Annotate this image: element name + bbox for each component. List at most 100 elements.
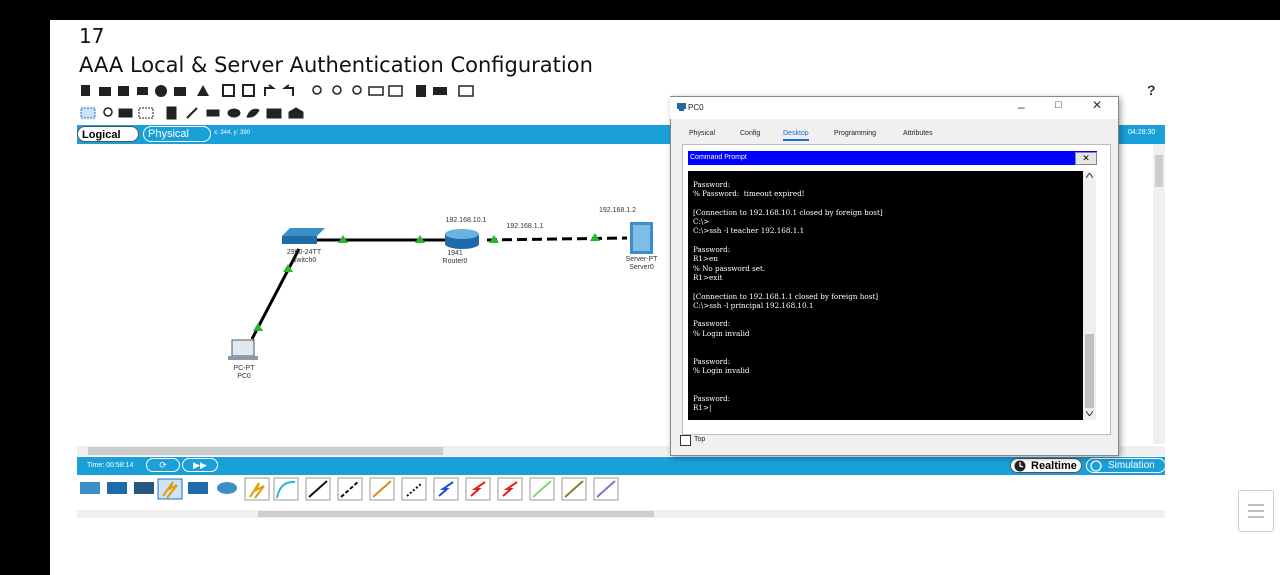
terminal-line: % Password: timeout expired!: [693, 189, 805, 199]
top-black-border: [50, 0, 1280, 20]
horizontal-scroll-thumb[interactable]: [88, 447, 443, 455]
menu-button[interactable]: [1238, 490, 1274, 532]
link-router-server[interactable]: [486, 236, 628, 242]
multiuser-icon[interactable]: [217, 482, 237, 494]
tab-physical-device[interactable]: Physical: [689, 130, 715, 137]
tab-logical[interactable]: Logical: [77, 126, 139, 142]
add-simple-pdu-icon[interactable]: [266, 108, 282, 119]
tab-attributes[interactable]: Attributes: [903, 130, 933, 137]
pc-window-icon: [677, 103, 686, 111]
freeform-icon[interactable]: [246, 108, 260, 118]
zoom-in-icon[interactable]: [312, 85, 322, 95]
drawing-palette-icon[interactable]: [368, 86, 384, 96]
select-icon[interactable]: [80, 107, 96, 119]
palette-scroll-thumb[interactable]: [258, 511, 654, 517]
server-model: Server-PT: [625, 256, 658, 263]
router-label: 1941 Router0: [440, 250, 470, 266]
tool-icons: [80, 106, 304, 120]
terminal-line: % No password set.: [693, 263, 766, 273]
camera-icon[interactable]: [433, 87, 447, 95]
maximize-icon[interactable]: □: [1055, 99, 1062, 111]
cursor-coordinates: x: 344, y: 390: [214, 130, 251, 136]
terminal-line: Password:: [693, 356, 731, 366]
save-icon[interactable]: [118, 86, 129, 96]
draw-line-icon[interactable]: [186, 107, 198, 119]
zoom-reset-icon[interactable]: [332, 85, 342, 95]
pc-label: PC-PT PC0: [226, 365, 262, 381]
pc0-titlebar[interactable]: [670, 97, 1118, 119]
paste-icon[interactable]: [242, 84, 255, 97]
draw-rectangle-icon[interactable]: [206, 109, 220, 117]
draw-ellipse-icon[interactable]: [227, 108, 241, 118]
delete-icon[interactable]: [118, 108, 133, 118]
tab-physical-label: Physical: [148, 128, 189, 140]
link-status-up-icon: [253, 323, 263, 331]
simulation-time: Time: 00:58:14: [87, 462, 134, 469]
zoom-out-icon[interactable]: [352, 85, 362, 95]
vertical-scroll-thumb[interactable]: [1155, 155, 1163, 187]
link-ip: 192.168.1.1: [506, 223, 544, 230]
custom-device-icon[interactable]: [388, 85, 403, 97]
switch-label: 2960-24TT Switch0: [281, 249, 327, 265]
misc-icon[interactable]: [188, 482, 208, 494]
inspect-icon[interactable]: [103, 107, 113, 117]
screenshot-icon[interactable]: [458, 85, 474, 97]
terminal-line: Password:: [693, 180, 731, 189]
fast-forward-button[interactable]: ▶▶: [182, 458, 218, 472]
end-devices-icon[interactable]: [107, 482, 127, 494]
add-complex-pdu-icon[interactable]: [288, 107, 304, 119]
tab-desktop[interactable]: Desktop: [783, 130, 809, 141]
resize-shape-icon[interactable]: [138, 107, 154, 119]
power-cycle-icon: ⟳: [159, 460, 167, 470]
tab-physical[interactable]: Physical: [143, 126, 211, 142]
server-label: Server-PT Server0: [619, 256, 664, 272]
workspace-vertical-scrollbar[interactable]: [1153, 144, 1165, 444]
open-folder-icon[interactable]: [99, 87, 111, 96]
print-icon[interactable]: [137, 87, 148, 95]
scroll-down-icon[interactable]: [1086, 411, 1093, 416]
tab-programming[interactable]: Programming: [834, 130, 876, 137]
new-file-icon[interactable]: [81, 85, 90, 96]
pc-name: PC0: [237, 373, 251, 380]
undo-icon[interactable]: [264, 84, 276, 96]
pdu-list-icon[interactable]: [416, 85, 426, 97]
command-prompt-close-button[interactable]: ✕: [1075, 152, 1097, 165]
copy-icon[interactable]: [222, 84, 235, 97]
toolbar-icons: [81, 84, 474, 97]
terminal-line: % Login invalid: [693, 365, 750, 375]
router-model: 1941: [447, 250, 463, 257]
info-icon[interactable]: [155, 85, 167, 97]
clock-icon: [1014, 460, 1026, 472]
activity-wizard-icon[interactable]: [174, 87, 186, 96]
components-icon[interactable]: [134, 482, 154, 494]
server-icon[interactable]: [630, 222, 653, 254]
pc-icon[interactable]: [228, 339, 258, 360]
tab-config[interactable]: Config: [740, 130, 760, 137]
power-cycle-button[interactable]: ⟳: [146, 458, 180, 472]
terminal-line: R1>en: [693, 254, 718, 264]
scroll-up-icon[interactable]: [1086, 173, 1093, 178]
page-number: 17: [79, 24, 105, 48]
switch-model: 2960-24TT: [286, 249, 322, 256]
network-devices-icon[interactable]: [80, 482, 100, 494]
top-checkbox[interactable]: [680, 435, 691, 446]
pc-model: PC-PT: [233, 365, 255, 372]
terminal-line: Password:: [693, 393, 731, 403]
terminal-line: R1>|: [693, 403, 712, 413]
terminal-scroll-thumb[interactable]: [1085, 334, 1094, 408]
redo-icon[interactable]: [282, 84, 294, 96]
switch-icon[interactable]: [282, 228, 325, 244]
top-checkbox-label: Top: [694, 436, 706, 443]
help-icon[interactable]: ?: [1147, 82, 1156, 98]
minimize-icon[interactable]: –: [1018, 100, 1025, 114]
network-info-icon[interactable]: [197, 85, 209, 96]
router-icon[interactable]: [445, 229, 479, 249]
close-icon[interactable]: ✕: [1092, 98, 1102, 112]
place-note-icon[interactable]: [166, 106, 177, 120]
common-tools-bar: [79, 106, 359, 120]
